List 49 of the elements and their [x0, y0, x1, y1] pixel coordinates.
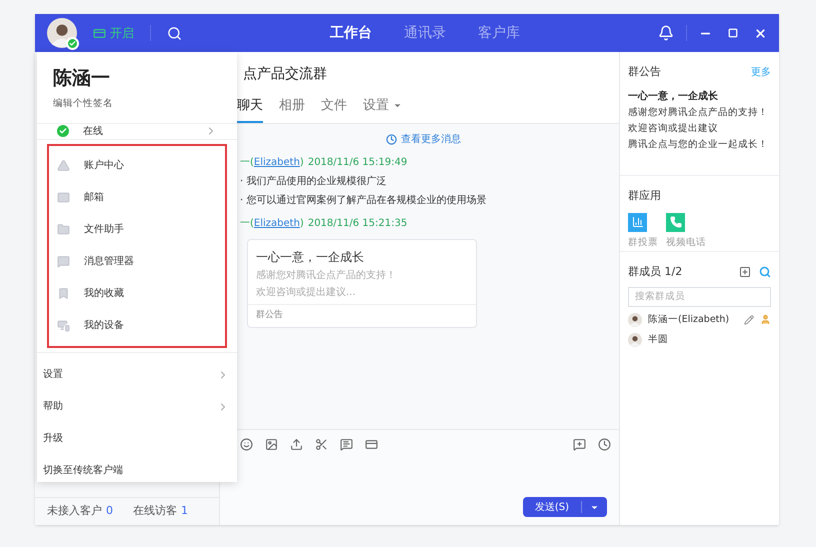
nav-tab[interactable]: 工作台	[330, 22, 372, 44]
sender-name: 一(	[240, 156, 254, 170]
card-title: 一心一意，一企成长	[256, 249, 365, 266]
sender-name-suffix: )	[300, 156, 304, 170]
notice-text: 感谢您对腾讯企点产品的支持！	[628, 106, 769, 120]
section-title: 群应用	[628, 188, 662, 204]
card-footer: 群公告	[248, 304, 476, 326]
notice-text: 腾讯企点与您的企业一起成长！	[628, 138, 769, 152]
menu-item[interactable]: 账户中心	[49, 150, 225, 182]
chat-title: 点产品交流群	[243, 65, 328, 84]
chat-tab[interactable]: 文件	[321, 96, 347, 123]
sender-name-suffix: )	[300, 217, 304, 231]
sender-name: 一(	[240, 217, 254, 231]
menu-item[interactable]: 邮箱	[49, 182, 225, 214]
chat-tab[interactable]: 相册	[279, 96, 305, 123]
member-search-field[interactable]: 搜索群成员	[628, 286, 771, 306]
notice-headline: 一心一意，一企成长	[628, 89, 719, 104]
menu-item[interactable]: 切换至传统客户端	[39, 454, 235, 487]
sender-alias-link[interactable]: Elizabeth	[254, 155, 300, 170]
send-button[interactable]: 发送(S)	[522, 497, 607, 517]
message-line: · 我们产品使用的企业规模很广泛	[240, 174, 388, 189]
member-name[interactable]: 半圆	[648, 332, 668, 347]
menu-item[interactable]: 帮助	[39, 390, 235, 423]
menu-item[interactable]: 我的设备	[49, 310, 225, 342]
counter-value: 1	[181, 503, 188, 520]
status-menu-item[interactable]: 在线	[37, 124, 237, 140]
menu-item[interactable]: 升级	[39, 422, 235, 455]
counter-label: 未接入客户	[47, 503, 102, 520]
member-name[interactable]: 陈涵一(Elizabeth)	[648, 312, 730, 327]
chat-tab[interactable]: 设置	[363, 96, 402, 123]
message-time: 2018/11/6 15:19:49	[308, 156, 408, 170]
sender-alias-link[interactable]: Elizabeth	[254, 216, 300, 231]
card-text: 欢迎咨询或提出建议...	[256, 286, 357, 300]
menu-item[interactable]: 消息管理器	[49, 246, 225, 278]
message-time: 2018/11/6 15:21:35	[308, 217, 408, 231]
notice-text: 欢迎咨询或提出建议	[628, 122, 719, 136]
menu-item[interactable]: 设置	[39, 358, 235, 391]
menu-item[interactable]: 文件助手	[49, 214, 225, 246]
profile-name: 陈涵一	[53, 66, 111, 91]
section-title: 群成员 1/2	[628, 264, 682, 280]
counter-label: 在线访客	[133, 503, 177, 520]
notice-card[interactable]: 一心一意，一企成长 感谢您对腾讯企点产品的支持！ 欢迎咨询或提出建议... 群公告	[247, 239, 477, 328]
load-more-link[interactable]: 查看更多消息	[386, 132, 461, 147]
card-text: 感谢您对腾讯企点产品的支持！	[256, 268, 397, 283]
section-title: 群公告	[628, 64, 661, 80]
menu-item[interactable]: 我的收藏	[49, 278, 225, 310]
counter-value: 0	[106, 503, 113, 520]
signature-link[interactable]: 编辑个性签名	[53, 96, 221, 111]
message-line: · 您可以通过官网案例了解产品在各规模企业的使用场景	[240, 194, 488, 208]
